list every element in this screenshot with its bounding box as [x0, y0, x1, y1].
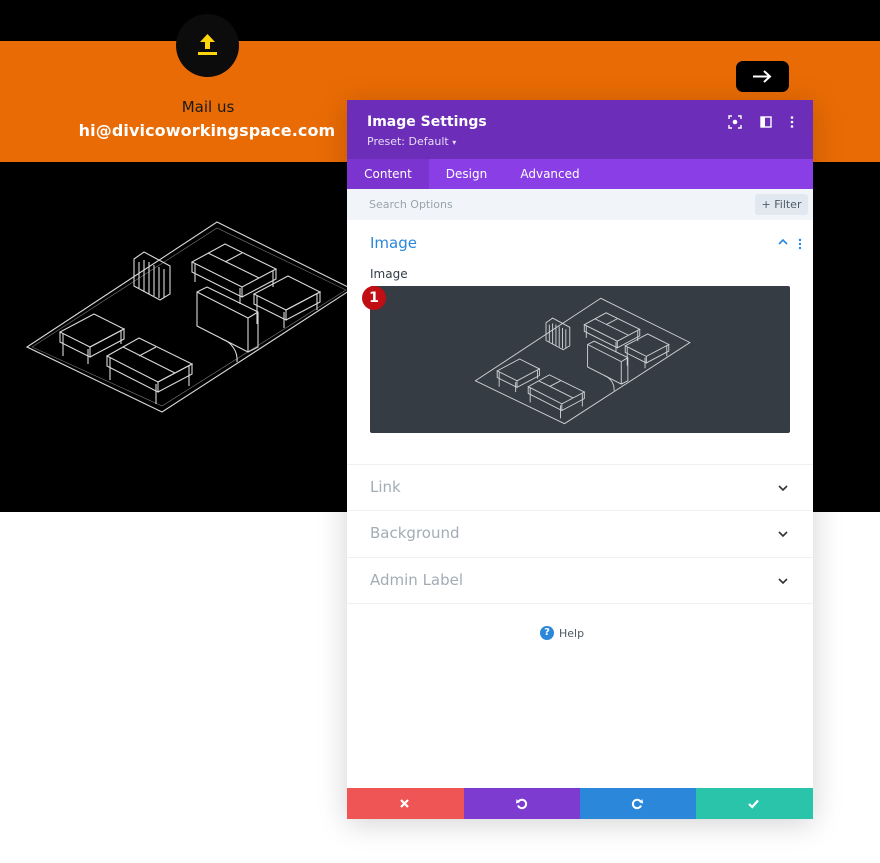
mail-label: Mail us — [181, 98, 235, 116]
chevron-down-icon — [778, 531, 788, 538]
floorplan-thumbnail — [474, 297, 691, 425]
modal-header[interactable]: Image Settings Preset: Default ▾ — [347, 100, 813, 159]
redo-icon — [631, 798, 643, 810]
caret-down-icon: ▾ — [452, 138, 457, 147]
chevron-up-icon[interactable] — [778, 238, 788, 246]
tab-design[interactable]: Design — [429, 159, 504, 189]
help-icon: ? — [540, 626, 554, 640]
close-icon — [400, 799, 409, 808]
filter-button[interactable]: + Filter — [755, 194, 808, 215]
save-button[interactable] — [696, 788, 813, 819]
step-badge: 1 — [362, 286, 386, 310]
section-link-label: Link — [370, 478, 401, 496]
discard-button[interactable] — [347, 788, 464, 819]
tab-content[interactable]: Content — [347, 159, 429, 189]
section-admin-label-label: Admin Label — [370, 571, 464, 589]
modal-tabs: Content Design Advanced — [347, 159, 813, 189]
sidebar-layout-icon[interactable] — [758, 114, 774, 130]
image-settings-modal: Image Settings Preset: Default ▾ Content… — [347, 100, 813, 819]
arrow-right-icon — [753, 70, 772, 83]
modal-footer — [347, 788, 813, 819]
undo-button[interactable] — [464, 788, 581, 819]
section-background[interactable]: Background — [347, 510, 813, 557]
mail-email[interactable]: hi@divicoworkingspace.com — [75, 121, 339, 140]
preset-label: Preset: Default — [367, 135, 449, 148]
next-arrow-button[interactable] — [736, 61, 789, 92]
preset-selector[interactable]: Preset: Default ▾ — [367, 135, 456, 148]
search-options-input[interactable] — [359, 193, 739, 216]
more-vertical-icon[interactable] — [784, 114, 800, 130]
image-field-label: Image — [370, 267, 408, 281]
upload-circle — [176, 14, 239, 77]
help-label: Help — [559, 627, 585, 640]
section-background-label: Background — [370, 524, 460, 542]
floorplan-illustration — [25, 221, 352, 413]
modal-title: Image Settings — [367, 114, 487, 130]
section-link[interactable]: Link — [347, 464, 813, 511]
search-row: + Filter — [347, 189, 813, 220]
upload-icon — [198, 34, 217, 55]
section-admin-label[interactable]: Admin Label — [347, 557, 813, 604]
focus-icon[interactable] — [727, 114, 743, 130]
image-upload-preview[interactable] — [370, 286, 790, 433]
check-icon — [748, 799, 759, 809]
section-more-icon[interactable] — [798, 238, 802, 250]
redo-button[interactable] — [580, 788, 697, 819]
undo-icon — [516, 798, 528, 810]
image-section-title[interactable]: Image — [370, 234, 417, 252]
chevron-down-icon — [778, 485, 788, 492]
help-link[interactable]: ? Help — [540, 626, 585, 640]
filter-label: Filter — [774, 198, 802, 211]
top-bar — [0, 0, 880, 41]
chevron-down-icon — [778, 578, 788, 585]
plus-icon: + — [761, 198, 771, 211]
tab-advanced[interactable]: Advanced — [504, 159, 596, 189]
